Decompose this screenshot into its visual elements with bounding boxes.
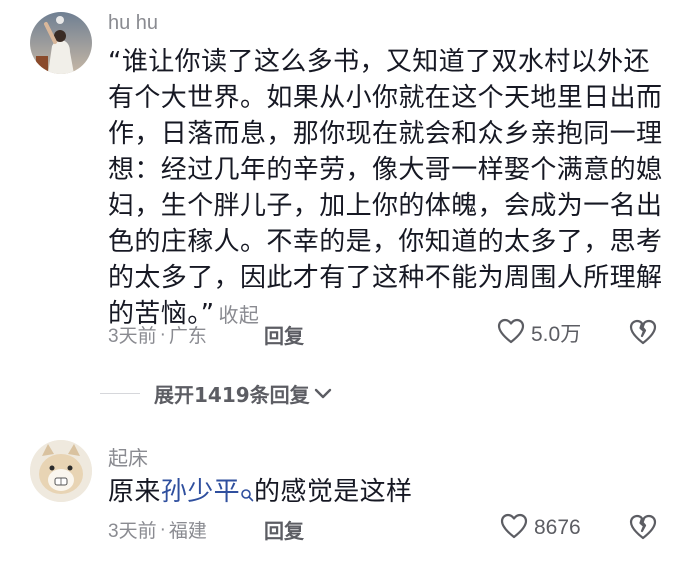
comment-text: 原来孙少平 的感觉是这样 bbox=[108, 474, 668, 512]
mention-name: 孙少平 bbox=[160, 477, 241, 507]
like-count: 5.0万 bbox=[531, 323, 582, 346]
heart-icon bbox=[500, 513, 528, 543]
chevron-down-icon bbox=[314, 388, 332, 400]
dislike-button[interactable] bbox=[628, 318, 658, 350]
reply-button[interactable]: 回复 bbox=[264, 515, 304, 544]
broken-heart-icon bbox=[629, 319, 657, 345]
timestamp: 3天前 bbox=[108, 326, 157, 347]
expand-replies[interactable]: 展开1419条回复 bbox=[100, 379, 332, 408]
comment-body-after: 的感觉是这样 bbox=[254, 477, 413, 507]
avatar[interactable] bbox=[30, 12, 92, 74]
username[interactable]: hu hu bbox=[108, 12, 158, 35]
avatar[interactable] bbox=[30, 440, 92, 502]
comment-body-before: 原来 bbox=[108, 477, 161, 507]
expand-replies-label[interactable]: 展开1419条回复 bbox=[154, 379, 310, 408]
like-button[interactable]: 5.0万 bbox=[497, 318, 581, 348]
comment-meta: 3天前 · 福建 bbox=[108, 516, 207, 543]
like-button[interactable]: 8676 bbox=[500, 513, 581, 543]
like-count: 8676 bbox=[534, 516, 581, 539]
comment-body: “谁让你读了这么多书，又知道了双水村以外还有个大世界。如果从小你就在这个天地里日… bbox=[108, 47, 663, 329]
comment-meta: 3天前 · 广东 bbox=[108, 321, 207, 348]
dislike-button[interactable] bbox=[628, 513, 658, 545]
meta-separator: · bbox=[159, 518, 166, 540]
location: 福建 bbox=[168, 521, 207, 542]
comment-text: “谁让你读了这么多书，又知道了双水村以外还有个大世界。如果从小你就在这个天地里日… bbox=[108, 44, 668, 333]
location: 广东 bbox=[168, 326, 207, 347]
reply-button[interactable]: 回复 bbox=[264, 320, 304, 349]
username[interactable]: 起床 bbox=[108, 442, 148, 471]
broken-heart-icon bbox=[629, 514, 657, 540]
meta-separator: · bbox=[159, 323, 166, 345]
timestamp: 3天前 bbox=[108, 521, 157, 542]
mention-link[interactable]: 孙少平 bbox=[161, 477, 254, 507]
search-icon bbox=[240, 476, 254, 512]
divider-line bbox=[100, 393, 140, 394]
heart-icon bbox=[497, 318, 525, 348]
collapse-button[interactable]: 收起 bbox=[218, 303, 259, 327]
